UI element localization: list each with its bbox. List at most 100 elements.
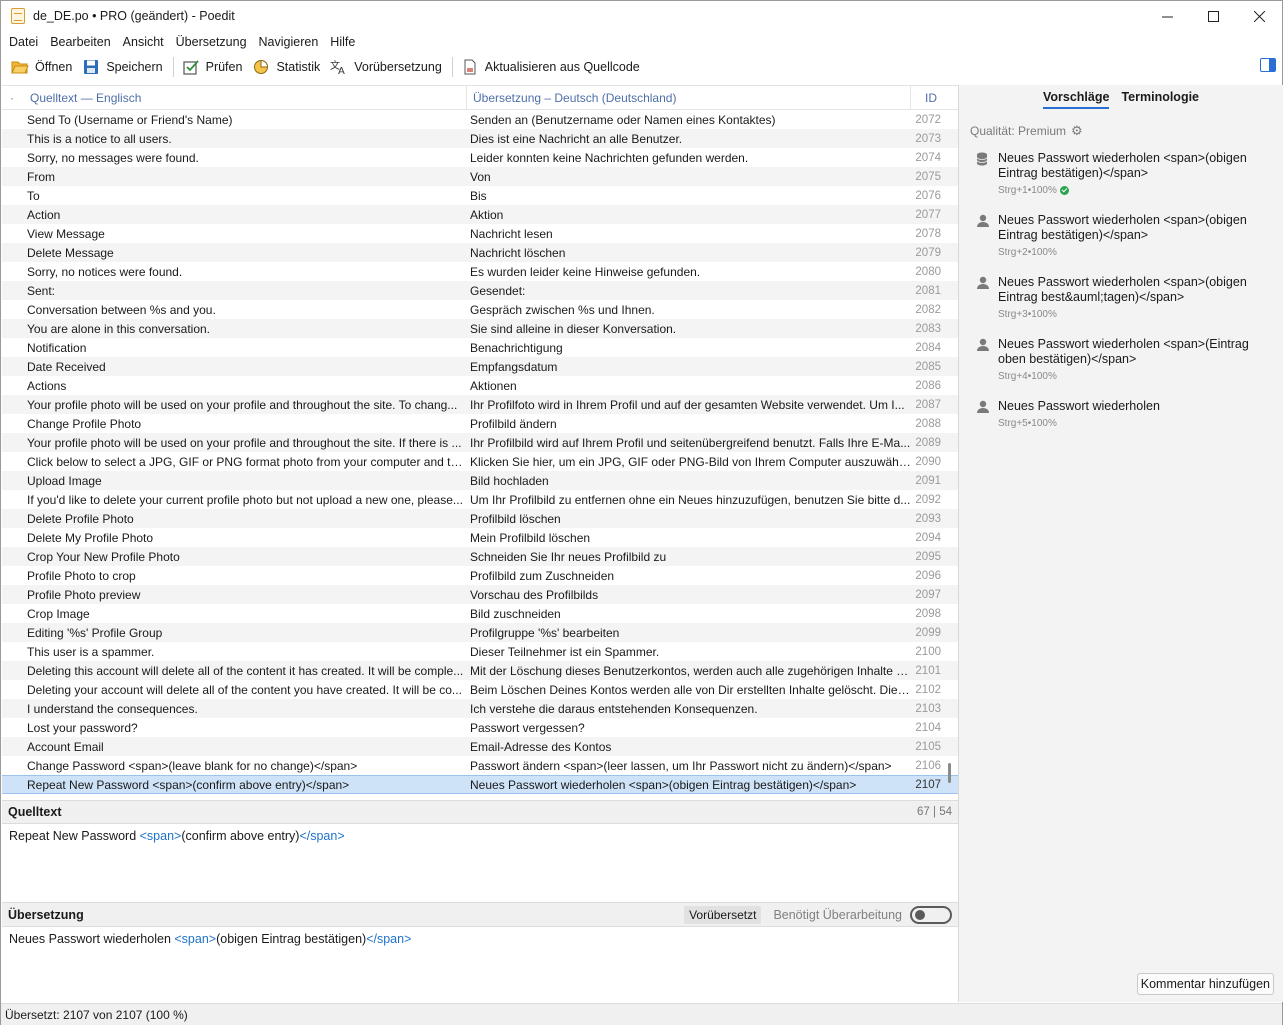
table-row[interactable]: Crop Image Bild zuschneiden 2098	[2, 604, 958, 623]
id-cell: 2097	[915, 588, 941, 601]
translation-cell: Nachricht lesen	[470, 226, 553, 241]
menu-ansicht[interactable]: Ansicht	[117, 35, 170, 49]
table-row[interactable]: Delete My Profile Photo Mein Profilbild l…	[2, 528, 958, 547]
needs-review-toggle[interactable]	[910, 905, 952, 924]
source-cell: Notification	[27, 340, 87, 355]
table-row[interactable]: If you'd like to delete your current pro…	[2, 490, 958, 509]
validate-button[interactable]: Prüfen	[178, 55, 247, 79]
translation-editor[interactable]: Neues Passwort wiederholen <span>(obigen…	[9, 932, 411, 946]
id-cell: 2090	[915, 455, 941, 468]
source-cell: Conversation between %s and you.	[27, 302, 216, 317]
suggestion-text: Neues Passwort wiederholen <span>(obigen…	[998, 151, 1247, 180]
translation-cell: Ihr Profilbild wird auf Ihrem Profil und…	[470, 435, 911, 450]
table-row[interactable]: Actions Aktionen 2086	[2, 376, 958, 395]
table-row[interactable]: Send To (Username or Friend's Name) Sende…	[2, 110, 958, 129]
source-cell: Sorry, no messages were found.	[27, 150, 199, 165]
menu-uebersetzung[interactable]: Übersetzung	[170, 35, 253, 49]
maximize-icon[interactable]	[1190, 1, 1236, 31]
table-row[interactable]: View Message Nachricht lesen 2078	[2, 224, 958, 243]
column-header-source[interactable]: Quelltext — Englisch	[22, 85, 467, 110]
table-row[interactable]: Change Profile Photo Profilbild ändern 208…	[2, 414, 958, 433]
table-row[interactable]: Deleting this account will delete all of…	[2, 661, 958, 680]
sidebar-toggle-icon[interactable]	[1260, 58, 1276, 72]
table-row[interactable]: This is a notice to all users. Dies ist e…	[2, 129, 958, 148]
save-button[interactable]: Speichern	[78, 55, 166, 79]
sort-indicator[interactable]: ·	[2, 91, 22, 105]
column-header-id[interactable]: ID	[911, 91, 941, 105]
table-row[interactable]: Your profile photo will be used on your …	[2, 433, 958, 452]
window-title: de_DE.po • PRO (geändert) - Poedit	[33, 9, 235, 23]
table-row[interactable]: Delete Profile Photo Profilbild löschen 20…	[2, 509, 958, 528]
close-icon[interactable]	[1236, 1, 1282, 31]
table-row[interactable]: Conversation between %s and you. Gespräch…	[2, 300, 958, 319]
table-row[interactable]: Delete Message Nachricht löschen 2079	[2, 243, 958, 262]
source-cell: Action	[27, 207, 61, 222]
table-row[interactable]: Editing '%s' Profile Group Profilgruppe '…	[2, 623, 958, 642]
table-row[interactable]: Account Email Email-Adresse des Kontos 210…	[2, 737, 958, 756]
table-row[interactable]: Repeat New Password <span>(confirm above…	[2, 775, 958, 794]
translation-cell: Passwort vergessen?	[470, 720, 585, 735]
table-row[interactable]: Profile Photo to crop Profilbild zum Zusc…	[2, 566, 958, 585]
document-update-icon	[461, 58, 479, 76]
translation-list: · Quelltext — Englisch Übersetzung – Deu…	[2, 85, 958, 797]
translation-cell: Schneiden Sie Ihr neues Profilbild zu	[470, 549, 667, 564]
table-row[interactable]: You are alone in this conversation. Sie s…	[2, 319, 958, 338]
minimize-icon[interactable]	[1144, 1, 1190, 31]
table-row[interactable]: Sorry, no messages were found. Leider kon…	[2, 148, 958, 167]
open-button[interactable]: Öffnen	[7, 55, 76, 79]
table-row[interactable]: Sent: Gesendet: 2081	[2, 281, 958, 300]
table-row[interactable]: Sorry, no notices were found. Es wurden l…	[2, 262, 958, 281]
suggestion-item[interactable]: Neues Passwort wiederholen Strg+5 • 100%	[976, 399, 1276, 429]
translation-cell: Neues Passwort wiederholen <span>(obigen…	[470, 777, 857, 792]
menu-bearbeiten[interactable]: Bearbeiten	[44, 35, 116, 49]
table-row[interactable]: Your profile photo will be used on your …	[2, 395, 958, 414]
table-row[interactable]: This user is a spammer. Dieser Teilnehmer…	[2, 642, 958, 661]
translation-cell: Profilbild ändern	[470, 416, 557, 431]
pretranslate-button[interactable]: 文A Vorübersetzung	[326, 55, 446, 79]
translate-icon: 文A	[330, 58, 348, 76]
table-row[interactable]: Click below to select a JPG, GIF or PNG …	[2, 452, 958, 471]
menu-bar: Datei Bearbeiten Ansicht Übersetzung Nav…	[1, 32, 361, 52]
table-row[interactable]: Crop Your New Profile Photo Schneiden Sie…	[2, 547, 958, 566]
suggestion-item[interactable]: Neues Passwort wiederholen <span>(Eintra…	[976, 337, 1276, 382]
fuzzy-badge: Vorübersetzt	[684, 905, 762, 924]
tab-terminology[interactable]: Terminologie	[1121, 89, 1199, 109]
table-row[interactable]: Upload Image Bild hochladen 2091	[2, 471, 958, 490]
statistics-button[interactable]: Statistik	[248, 55, 324, 79]
table-row[interactable]: Deleting your account will delete all of…	[2, 680, 958, 699]
update-from-source-button[interactable]: Aktualisieren aus Quellcode	[457, 55, 644, 79]
add-comment-button[interactable]: Kommentar hinzufügen	[1136, 973, 1274, 995]
gear-icon[interactable]: ⚙	[1071, 123, 1083, 139]
database-icon	[976, 152, 990, 166]
suggestion-shortcut: Strg+5	[998, 418, 1028, 429]
menu-datei[interactable]: Datei	[3, 35, 44, 49]
source-cell: Sorry, no notices were found.	[27, 264, 183, 279]
column-header-translation[interactable]: Übersetzung – Deutsch (Deutschland)	[467, 85, 911, 110]
table-row[interactable]: Change Password <span>(leave blank for n…	[2, 756, 958, 775]
table-row[interactable]: To Bis 2076	[2, 186, 958, 205]
id-cell: 2091	[915, 474, 941, 487]
poedit-window: de_DE.po • PRO (geändert) - Poedit Datei…	[0, 0, 1283, 1025]
suggestion-shortcut: Strg+1	[998, 185, 1028, 196]
quality-label: Qualität: Premium	[970, 124, 1067, 138]
table-row[interactable]: I understand the consequences. Ich verste…	[2, 699, 958, 718]
table-row[interactable]: Lost your password? Passwort vergessen? 21…	[2, 718, 958, 737]
pretranslate-label: Vorübersetzung	[354, 59, 442, 74]
statistics-label: Statistik	[276, 59, 321, 74]
suggestion-item[interactable]: Neues Passwort wiederholen <span>(obigen…	[976, 213, 1276, 258]
suggestion-item[interactable]: Neues Passwort wiederholen <span>(obigen…	[976, 275, 1276, 320]
menu-navigieren[interactable]: Navigieren	[253, 35, 325, 49]
scrollbar-thumb[interactable]	[948, 763, 951, 783]
suggestion-meta: Strg+5 • 100%	[998, 418, 1276, 429]
source-cell: Deleting your account will delete all of…	[27, 682, 462, 697]
source-cell: Profile Photo to crop	[27, 568, 136, 583]
menu-hilfe[interactable]: Hilfe	[324, 35, 361, 49]
tab-suggestions[interactable]: Vorschläge	[1042, 89, 1110, 109]
source-cell: Account Email	[27, 739, 104, 754]
table-row[interactable]: Date Received Empfangsdatum 2085	[2, 357, 958, 376]
table-row[interactable]: From Von 2075	[2, 167, 958, 186]
suggestion-item[interactable]: Neues Passwort wiederholen <span>(obigen…	[976, 151, 1276, 196]
table-row[interactable]: Notification Benachrichtigung 2084	[2, 338, 958, 357]
table-row[interactable]: Action Aktion 2077	[2, 205, 958, 224]
table-row[interactable]: Profile Photo preview Vorschau des Profil…	[2, 585, 958, 604]
